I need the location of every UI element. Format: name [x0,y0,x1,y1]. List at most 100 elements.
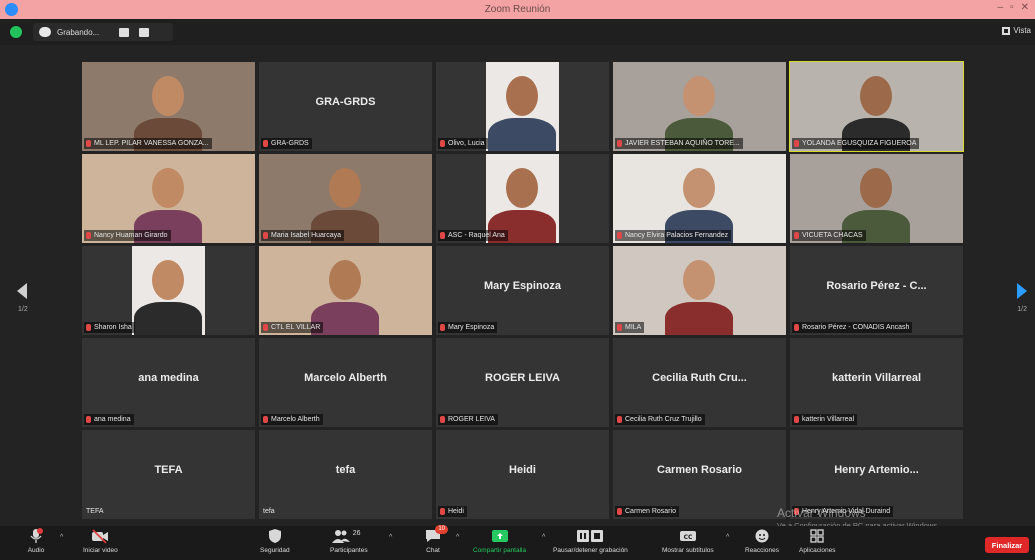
participant-name: YOLANDA EGUSQUIZA FIGUEROA [802,140,917,147]
participant-name: katterin Villarreal [802,416,855,423]
end-meeting-button[interactable]: Finalizar [985,537,1029,553]
show-captions-button[interactable]: CC Mostrar subtítulos [662,528,714,554]
participant-name-tag: ana medina [84,414,134,425]
captions-options-chevron-icon[interactable]: ^ [726,534,729,541]
microphone-muted-icon [794,232,799,239]
security-shield-icon[interactable] [10,26,22,38]
participant-display-name: TEFA [154,464,183,476]
audio-options-chevron-icon[interactable]: ^ [60,534,63,541]
participant-tile[interactable]: Carmen Rosario Carmen Rosario [613,430,786,519]
start-video-label: Iniciar video [83,547,118,554]
participant-tile[interactable]: Maria Isabel Huarcaya [259,154,432,243]
participant-tile[interactable]: tefa tefa [259,430,432,519]
chat-button[interactable]: 10 Chat [424,525,448,554]
participant-tile[interactable]: TEFA TEFA [82,430,255,519]
participant-tile[interactable]: Heidi Heidi [436,430,609,519]
participant-name-tag: ML LEP. PILAR VANESSA GONZA... [84,138,212,149]
participant-name: Olivo, Lucia [448,140,485,147]
participant-display-name: GRA-GRDS [315,96,376,108]
participant-name: Mary Espinoza [448,324,495,331]
apps-button[interactable]: Aplicaciones [799,528,836,554]
participant-tile[interactable]: Mary Espinoza Mary Espinoza [436,246,609,335]
participant-name-tag: YOLANDA EGUSQUIZA FIGUEROA [792,138,920,149]
participant-name-tag: TEFA [84,506,107,517]
person-face [329,260,361,300]
participant-tile[interactable]: Nancy Elvira Palacios Fernandez [613,154,786,243]
participant-tile[interactable]: ROGER LEIVA ROGER LEIVA [436,338,609,427]
zoom-logo-icon [5,3,18,16]
audio-label: Audio [27,547,45,554]
participant-name: TEFA [86,508,104,515]
participant-tile[interactable]: MILA [613,246,786,335]
microphone-muted-icon [86,232,91,239]
participant-tile[interactable]: GRA-GRDS GRA-GRDS [259,62,432,151]
microphone-muted-icon [617,140,622,147]
share-options-chevron-icon[interactable]: ^ [542,534,545,541]
participant-name-tag: GRA-GRDS [261,138,312,149]
microphone-muted-icon [794,140,799,147]
zoom-window: Zoom Reunión – ▫ ✕ Grabando... Vista 1/2… [0,0,1035,560]
participant-tile[interactable]: JAVIER ESTEBAN AQUIÑO TORE... [613,62,786,151]
participant-tile[interactable]: ML LEP. PILAR VANESSA GONZA... [82,62,255,151]
participant-tile[interactable]: ASC - Raquel Ana [436,154,609,243]
participants-button[interactable]: 26 Participantes [330,528,368,554]
participant-name: ROGER LEIVA [448,416,495,423]
view-button[interactable]: Vista [1002,26,1031,35]
participant-tile[interactable]: CTL EL VILLAR [259,246,432,335]
participant-tile[interactable]: VICUETA CHACAS [790,154,963,243]
participant-tile[interactable]: Nancy Huaman Girardo [82,154,255,243]
audio-button[interactable]: Audio [27,528,45,554]
participant-tile[interactable]: Olivo, Lucia [436,62,609,151]
microphone-muted-icon [440,508,445,515]
next-page-icon[interactable] [1017,283,1027,299]
maximize-icon[interactable]: ▫ [1010,2,1014,13]
person-face [860,76,892,116]
microphone-muted-icon [617,508,622,515]
participant-tile[interactable]: YOLANDA EGUSQUIZA FIGUEROA [789,61,964,152]
pause-recording-icon[interactable] [119,27,130,37]
microphone-muted-icon [440,324,445,331]
participant-name-tag: Carmen Rosario [615,506,679,517]
participants-count: 26 [352,530,361,537]
participant-name: CTL EL VILLAR [271,324,321,331]
microphone-muted-icon [263,324,268,331]
participant-tile[interactable]: Marcelo Alberth Marcelo Alberth [259,338,432,427]
participant-tile[interactable]: Sharon Isha [82,246,255,335]
recording-label: Grabando... [57,27,100,37]
page-indicator-left: 1/2 [18,306,28,313]
participants-options-chevron-icon[interactable]: ^ [389,534,392,541]
chat-options-chevron-icon[interactable]: ^ [456,534,459,541]
participant-name-tag: Rosario Pérez - CONADIS Ancash [792,322,913,333]
video-off-icon [92,529,109,544]
participant-display-name: ROGER LEIVA [485,372,560,384]
smiley-reaction-icon [755,529,769,543]
minimize-icon[interactable]: – [998,2,1004,13]
security-button[interactable]: Seguridad [260,528,290,554]
pause-stop-recording-button[interactable]: Pausar/detener grabación [553,528,628,554]
stop-recording-icon[interactable] [139,27,150,37]
close-icon[interactable]: ✕ [1021,2,1029,13]
share-screen-button[interactable]: Compartir pantalla [473,528,526,554]
start-video-button[interactable]: Iniciar video [83,528,118,554]
microphone-muted-icon [440,232,445,239]
participant-name-tag: Nancy Huaman Girardo [84,230,171,241]
participant-name: Marcelo Alberth [271,416,320,423]
recording-indicator: Grabando... [33,23,173,41]
participant-tile[interactable]: Rosario Pérez - C... Rosario Pérez - CONA… [790,246,963,335]
participant-name: ASC - Raquel Ana [448,232,505,239]
participant-name: Heidi [448,508,464,515]
participant-tile[interactable]: Cecilia Ruth Cru... Cecilia Ruth Cruz Tru… [613,338,786,427]
previous-page-icon[interactable] [17,283,27,299]
participant-name-tag: Maria Isabel Huarcaya [261,230,345,241]
participant-name: Cecilia Ruth Cruz Trujillo [625,416,702,423]
participant-name: Maria Isabel Huarcaya [271,232,342,239]
reactions-button[interactable]: Reacciones [745,528,779,554]
participant-tile[interactable]: ana medina ana medina [82,338,255,427]
microphone-muted-icon [617,416,622,423]
shield-icon [268,529,281,543]
microphone-muted-icon [86,140,91,147]
person-face [152,168,184,208]
participant-tile[interactable]: katterin Villarreal katterin Villarreal [790,338,963,427]
chat-unread-badge: 10 [435,525,448,534]
apps-grid-icon [810,529,824,543]
